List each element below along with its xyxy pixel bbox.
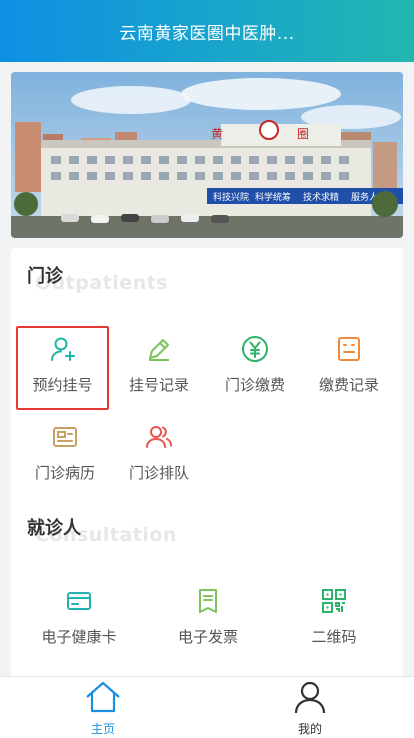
registration-records-button[interactable]: 挂号记录 [112, 328, 206, 408]
tab-profile-label: 我的 [297, 722, 322, 736]
top-header: 云南黄家医圈中医肿... [0, 0, 414, 62]
invoice-icon [193, 586, 223, 616]
outpatient-section-header: 门诊 Outpatients [27, 262, 168, 294]
e-invoice-button[interactable]: 电子发票 [161, 580, 255, 660]
tab-home[interactable]: 主页 [43, 677, 163, 738]
outpatient-payment-button[interactable]: 门诊缴费 [208, 328, 302, 408]
bottom-tab-bar: 主页 我的 [0, 676, 414, 738]
home-icon [84, 680, 122, 718]
tab-profile[interactable]: 我的 [250, 677, 370, 738]
page-title: 云南黄家医圈中医肿... [119, 23, 295, 44]
yuan-icon [240, 334, 270, 364]
payment-records-button[interactable]: 缴费记录 [302, 328, 396, 408]
banner-sign-text: 科技兴院 [213, 191, 249, 203]
outpatient-records-label: 门诊病历 [34, 464, 95, 482]
tab-home-label: 主页 [90, 722, 115, 736]
receipt-icon [334, 334, 364, 364]
svg-text:黄: 黄 [211, 127, 223, 141]
consultation-section-header: 就诊人 Consultation [27, 514, 176, 546]
svg-text:技术求精: 技术求精 [303, 191, 339, 203]
pencil-icon [144, 334, 174, 364]
outpatient-payment-label: 门诊缴费 [224, 376, 285, 394]
svg-text:圈: 圈 [297, 127, 309, 141]
qr-code-button[interactable]: 二维码 [287, 580, 381, 660]
consultation-title: 就诊人 [27, 518, 81, 539]
book-appointment-label: 预约挂号 [32, 376, 93, 394]
registration-records-label: 挂号记录 [128, 376, 189, 394]
id-card-icon [50, 422, 80, 452]
queue-users-icon [144, 422, 174, 452]
hospital-banner[interactable]: 黄 圈 科技兴院 科学统筹 技术求精 服务人民 [11, 72, 403, 238]
e-health-card-button[interactable]: 电子健康卡 [33, 580, 125, 660]
user-add-icon [48, 334, 78, 364]
qr-code-label: 二维码 [311, 628, 357, 646]
qr-code-icon [319, 586, 349, 616]
book-appointment-button[interactable]: 预约挂号 [16, 326, 109, 410]
svg-text:科学统筹: 科学统筹 [255, 191, 291, 203]
card-icon [64, 586, 94, 616]
outpatient-queue-button[interactable]: 门诊排队 [112, 416, 206, 496]
payment-records-label: 缴费记录 [318, 376, 379, 394]
e-invoice-label: 电子发票 [177, 628, 238, 646]
outpatient-title: 门诊 [27, 266, 63, 287]
hospital-building-image: 黄 圈 科技兴院 科学统筹 技术求精 服务人民 [11, 72, 403, 238]
outpatient-queue-label: 门诊排队 [128, 464, 189, 482]
services-card: 门诊 Outpatients 预约挂号 挂号记录 门诊缴费 缴费记录 门诊病历 … [11, 248, 403, 678]
outpatient-records-button[interactable]: 门诊病历 [18, 416, 112, 496]
e-health-card-label: 电子健康卡 [41, 628, 117, 646]
user-icon [293, 680, 327, 718]
